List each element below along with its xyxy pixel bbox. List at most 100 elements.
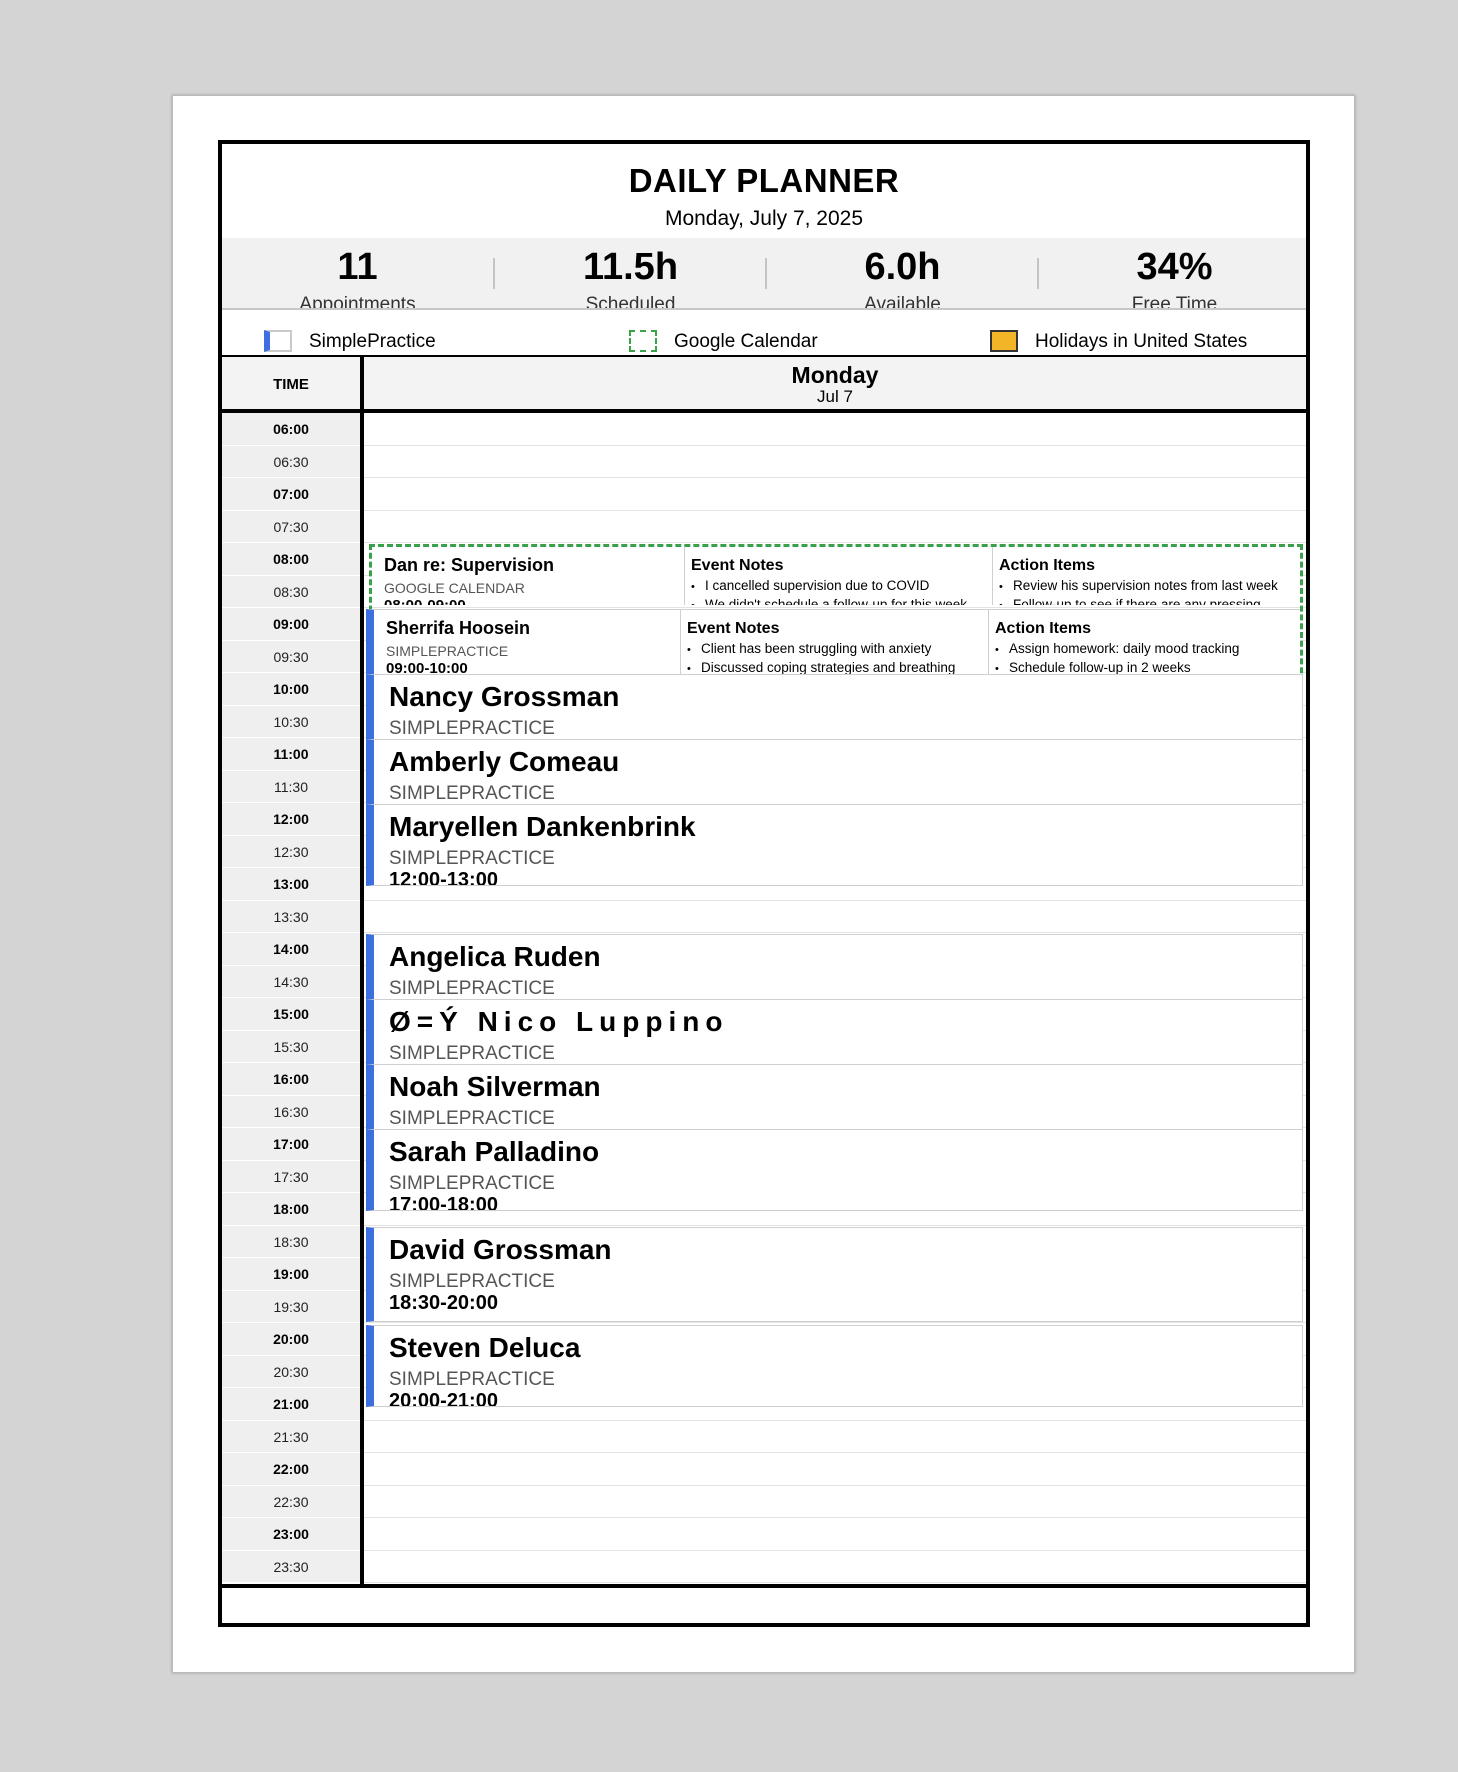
stat-value: 6.0h: [864, 246, 941, 288]
time-slot-label: 20:00: [222, 1323, 360, 1356]
time-column-header: TIME: [273, 376, 309, 393]
list-item: I cancelled supervision due to COVID: [691, 577, 967, 596]
slot-line: [364, 477, 1306, 478]
event-nico-luppino[interactable]: Ø=Ý Nico Luppino SIMPLEPRACTICE: [366, 999, 1303, 1065]
time-slot-label: 16:00: [222, 1063, 360, 1096]
action-items-heading: Action Items: [995, 620, 1092, 637]
event-title: Noah Silverman: [389, 1071, 601, 1102]
event-title: Angelica Ruden: [389, 941, 601, 972]
event-notes: Event Notes Client has been struggling w…: [680, 610, 989, 674]
stat-value: 11.5h: [582, 246, 679, 288]
event-source: SIMPLEPRACTICE: [389, 1173, 555, 1194]
time-column: 06:00 06:30 07:00 07:30 08:00 08:30 09:00 09:30…: [222, 413, 360, 1584]
slot-line: [364, 1582, 1306, 1583]
stat-scheduled: 11.5h Scheduled: [495, 238, 766, 308]
list-item: Schedule follow-up in 2 weeks: [995, 659, 1239, 674]
day-date: Jul 7: [817, 387, 853, 406]
event-time: 17:00-18:00: [389, 1194, 498, 1211]
event-source: SIMPLEPRACTICE: [389, 1369, 555, 1390]
column-header: TIME Monday Jul 7: [222, 355, 1306, 413]
stat-label: Appointments: [299, 294, 416, 310]
time-slot-label: 10:00: [222, 673, 360, 706]
event-steven-deluca[interactable]: Steven Deluca SIMPLEPRACTICE 20:00-21:00: [366, 1325, 1303, 1407]
event-title: Amberly Comeau: [389, 746, 620, 777]
event-maryellen-dankenbrink[interactable]: Maryellen Dankenbrink SIMPLEPRACTICE 12:…: [366, 804, 1303, 886]
legend-label: SimplePractice: [309, 331, 436, 352]
event-david-grossman[interactable]: David Grossman SIMPLEPRACTICE 18:30-20:0…: [366, 1227, 1303, 1322]
list-item: Assign homework: daily mood tracking: [995, 640, 1239, 659]
time-slot-label: 23:30: [222, 1550, 360, 1583]
action-items-list: Assign homework: daily mood tracking Sch…: [995, 640, 1239, 674]
time-slot-label: 07:00: [222, 478, 360, 511]
stat-label: Scheduled: [585, 294, 676, 310]
legend-simplepractice: SimplePractice: [264, 330, 484, 354]
time-slot-label: 08:30: [222, 575, 360, 608]
event-source: GOOGLE CALENDAR: [384, 580, 525, 596]
time-slot-label: 08:00: [222, 543, 360, 576]
legend-label: Google Calendar: [674, 331, 818, 352]
event-time: 12:00-13:00: [389, 869, 498, 886]
time-slot-label: 23:00: [222, 1518, 360, 1551]
time-slot-label: 16:30: [222, 1095, 360, 1128]
stat-label: Free Time: [1131, 294, 1218, 310]
time-slot-label: 18:30: [222, 1225, 360, 1258]
legend-label: Holidays in United States: [1035, 331, 1248, 352]
calendar-legend: SimplePractice Google Calendar Holidays …: [222, 310, 1306, 357]
time-slot-label: 19:30: [222, 1290, 360, 1323]
event-time: 20:00-21:00: [389, 1390, 498, 1407]
time-slot-label: 11:30: [222, 770, 360, 803]
footer-divider: [222, 1584, 1306, 1588]
page-title: DAILY PLANNER: [628, 162, 900, 199]
slot-line: [364, 1484, 1306, 1486]
event-source: SIMPLEPRACTICE: [389, 978, 555, 999]
time-slot-label: 22:30: [222, 1485, 360, 1518]
divider: [360, 413, 364, 1584]
event-notes-heading: Event Notes: [691, 557, 784, 574]
event-nancy-grossman[interactable]: Nancy Grossman SIMPLEPRACTICE: [366, 674, 1303, 740]
stat-free-time: 34% Free Time: [1039, 238, 1306, 308]
list-item: Discussed coping strategies and breathin…: [687, 659, 955, 674]
event-title: Steven Deluca: [389, 1332, 581, 1363]
time-slot-label: 20:30: [222, 1355, 360, 1388]
list-item: We didn't schedule a follow-up for this …: [691, 596, 967, 605]
stat-appointments: 11 Appointments: [222, 238, 493, 308]
event-time: 18:30-20:00: [389, 1292, 498, 1314]
time-slot-label: 11:00: [222, 738, 360, 771]
event-title: Sherrifa Hoosein: [386, 618, 531, 638]
event-time: 08:00-09:00: [384, 597, 466, 605]
day-name: Monday: [791, 362, 879, 388]
time-slot-label: 12:00: [222, 803, 360, 836]
planner-frame: DAILY PLANNER Monday, July 7, 2025 11 Ap…: [218, 140, 1310, 1627]
time-slot-label: 14:00: [222, 933, 360, 966]
time-slot-label: 09:00: [222, 608, 360, 641]
slot-line: [364, 1419, 1306, 1421]
time-slot-label: 19:00: [222, 1258, 360, 1291]
slot-line: [364, 542, 1306, 543]
event-sherrifa-hoosein[interactable]: Sherrifa Hoosein SIMPLEPRACTICE 09:00-10…: [366, 609, 1300, 674]
event-noah-silverman[interactable]: Noah Silverman SIMPLEPRACTICE: [366, 1064, 1303, 1130]
event-notes: Event Notes I cancelled supervision due …: [684, 547, 993, 605]
action-items-list: Review his supervision notes from last w…: [999, 577, 1278, 605]
time-slot-label: 07:30: [222, 510, 360, 543]
event-dan-supervision[interactable]: Dan re: Supervision GOOGLE CALENDAR 08:0…: [372, 547, 1300, 605]
slot-line: [364, 899, 1306, 901]
time-slot-label: 21:00: [222, 1388, 360, 1421]
event-angelica-ruden[interactable]: Angelica Ruden SIMPLEPRACTICE: [366, 934, 1303, 1000]
list-item: Review his supervision notes from last w…: [999, 577, 1278, 596]
time-slot-label: 09:30: [222, 640, 360, 673]
stats-bar: 11 Appointments 11.5h Scheduled 6.0h Ava…: [222, 238, 1306, 310]
event-source: SIMPLEPRACTICE: [389, 1271, 555, 1292]
schedule-grid: 06:00 06:30 07:00 07:30 08:00 08:30 09:00 09:30…: [222, 413, 1306, 1584]
time-slot-label: 10:30: [222, 705, 360, 738]
slot-line: [364, 1452, 1306, 1453]
legend-holidays: Holidays in United States: [990, 330, 1290, 354]
simplepractice-swatch-icon: [264, 330, 292, 352]
event-amberly-comeau[interactable]: Amberly Comeau SIMPLEPRACTICE: [366, 739, 1303, 805]
time-slot-label: 15:00: [222, 998, 360, 1031]
slot-line: [364, 932, 1306, 933]
event-title: Sarah Palladino: [389, 1136, 600, 1167]
event-sarah-palladino[interactable]: Sarah Palladino SIMPLEPRACTICE 17:00-18:…: [366, 1129, 1303, 1211]
time-slot-label: 17:30: [222, 1160, 360, 1193]
time-slot-label: 18:00: [222, 1193, 360, 1226]
time-slot-label: 15:30: [222, 1030, 360, 1063]
